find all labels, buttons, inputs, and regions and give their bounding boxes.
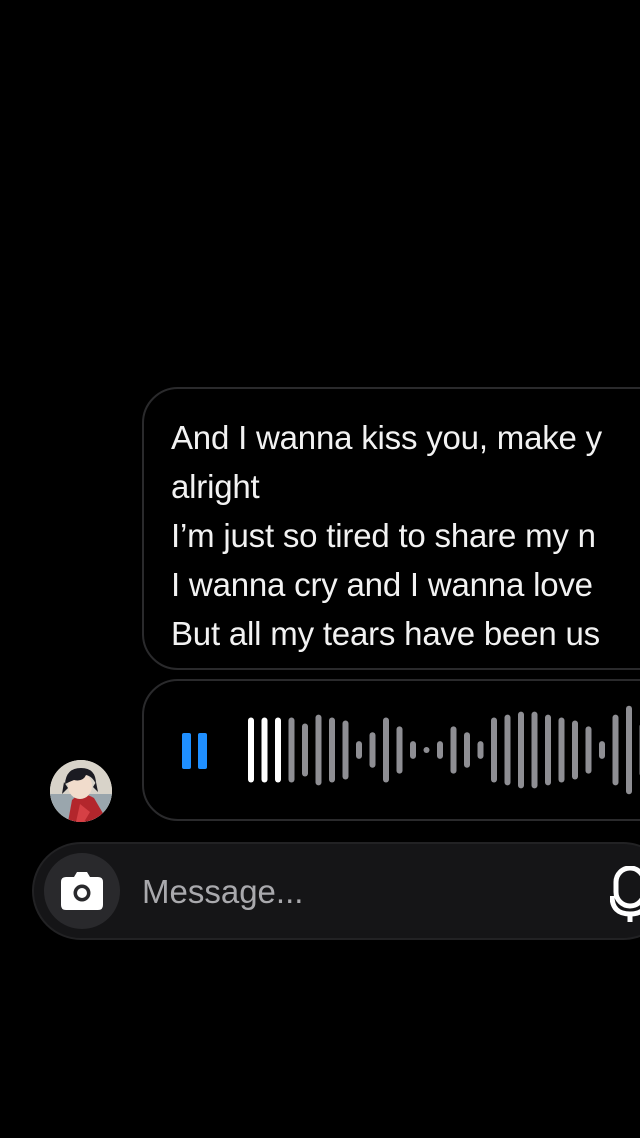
message-line: I wanna cry and I wanna love <box>171 566 593 603</box>
message-composer <box>32 842 640 940</box>
waveform-bar <box>302 723 308 777</box>
audio-waveform[interactable] <box>248 681 640 821</box>
camera-button[interactable] <box>44 853 120 929</box>
waveform-bar <box>275 717 281 783</box>
waveform-bar <box>369 732 376 768</box>
waveform-bar <box>342 720 349 780</box>
pause-icon <box>198 733 207 769</box>
waveform-bar <box>464 732 470 768</box>
waveform-bar <box>504 714 511 786</box>
microphone-icon <box>609 865 640 922</box>
waveform-bar <box>531 711 538 789</box>
waveform-bar <box>518 711 524 789</box>
waveform-bar <box>383 717 389 783</box>
message-line: And I wanna kiss you, make y <box>171 419 602 456</box>
chat-screen: And I wanna kiss you, make y alright I’m… <box>0 0 640 1138</box>
message-input[interactable] <box>142 864 562 920</box>
waveform-bar <box>545 714 551 786</box>
pause-icon <box>182 733 191 769</box>
waveform-bar <box>288 717 295 783</box>
waveform-bar <box>585 726 592 774</box>
waveform-bar <box>396 726 403 774</box>
message-line: I’m just so tired to share my n <box>171 517 596 554</box>
waveform-bar <box>315 714 322 786</box>
avatar-image <box>50 760 112 822</box>
received-text-message[interactable]: And I wanna kiss you, make y alright I’m… <box>142 387 640 670</box>
waveform-bar <box>491 717 497 783</box>
waveform-bar <box>437 741 443 759</box>
waveform-bar <box>329 717 335 783</box>
microphone-button[interactable] <box>609 865 640 922</box>
voice-message[interactable] <box>142 679 640 821</box>
waveform-bar <box>558 717 565 783</box>
message-line: But all my tears have been us <box>171 615 600 652</box>
waveform-bar <box>572 720 578 780</box>
avatar[interactable] <box>50 760 112 822</box>
message-line: alright <box>171 468 260 505</box>
waveform-bar <box>261 717 268 783</box>
pause-button[interactable] <box>182 733 210 769</box>
waveform-bar <box>423 747 430 753</box>
waveform-bar <box>450 726 457 774</box>
waveform-bar <box>248 717 254 783</box>
camera-icon <box>61 872 103 910</box>
waveform-bar <box>612 714 619 786</box>
waveform-bar <box>477 741 484 759</box>
waveform-bar <box>626 705 632 795</box>
waveform-bar <box>410 741 416 759</box>
waveform-bar <box>356 741 362 759</box>
waveform-bar <box>599 741 605 759</box>
